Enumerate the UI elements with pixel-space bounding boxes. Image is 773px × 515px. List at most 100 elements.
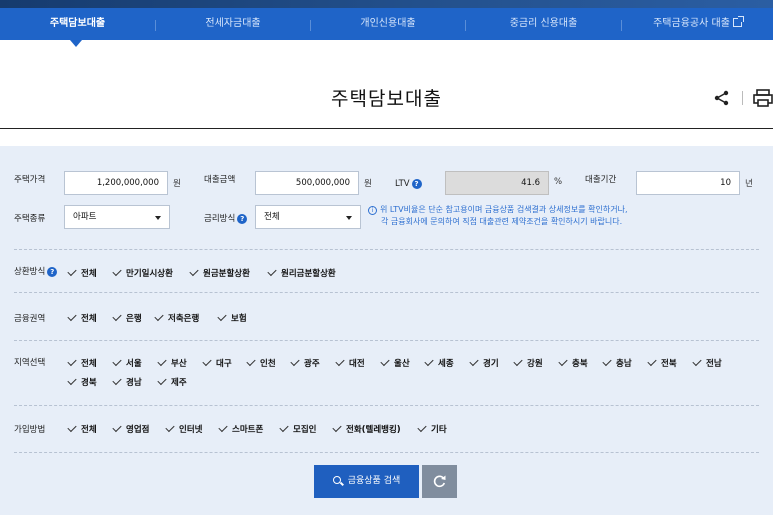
checkbox-region-incheon[interactable]: 인천 <box>246 356 276 369</box>
search-button[interactable]: 금융상품 검색 <box>314 465 419 498</box>
check-icon <box>157 356 167 367</box>
checkbox-region-daegu[interactable]: 대구 <box>202 356 232 369</box>
check-icon <box>67 375 77 386</box>
check-icon <box>217 311 227 322</box>
region-group-label: 지역선택 <box>14 358 46 368</box>
check-icon <box>154 311 164 322</box>
checkbox-region-jeonnam[interactable]: 전남 <box>692 356 722 369</box>
tab-hf-corp-loan[interactable]: 주택금융공사 대출 <box>622 8 773 40</box>
rate-type-selected: 전체 <box>264 212 280 222</box>
channel-group-label: 가입방법 <box>14 425 46 435</box>
checkbox-label: 충북 <box>572 359 588 369</box>
checkbox-region-gyeonggi[interactable]: 경기 <box>469 356 499 369</box>
checkbox-region-sejong[interactable]: 세종 <box>424 356 454 369</box>
tab-mid-rate-credit-loan[interactable]: 중금리 신용대출 <box>466 8 621 40</box>
checkbox-region-seoul[interactable]: 서울 <box>112 356 142 369</box>
house-type-select[interactable]: 아파트 <box>64 205 170 229</box>
notice-line-1: i위 LTV비율은 단순 참고용이며 금융상품 검색결과 상세정보를 확인하거나… <box>368 204 628 216</box>
house-price-input[interactable]: 1,200,000,000 <box>64 171 168 195</box>
tab-mortgage-loan[interactable]: 주택담보대출 <box>0 8 155 40</box>
checkbox-region-gyeongbuk[interactable]: 경북 <box>67 375 97 388</box>
ltv-value-field: 41.6 <box>445 171 549 195</box>
checkbox-label: 보험 <box>231 314 247 324</box>
checkbox-label: 울산 <box>394 359 410 369</box>
checkbox-region-chungnam[interactable]: 충남 <box>602 356 632 369</box>
loan-amount-input[interactable]: 500,000,000 <box>255 171 359 195</box>
checkbox-label: 충남 <box>616 359 632 369</box>
checkbox-label: 제주 <box>171 378 187 388</box>
checkbox-region-daejeon[interactable]: 대전 <box>335 356 365 369</box>
checkbox-sector-bank[interactable]: 은행 <box>112 311 142 324</box>
section-divider <box>14 292 759 293</box>
checkbox-label: 인터넷 <box>179 425 203 435</box>
checkbox-label: 경남 <box>126 378 142 388</box>
ltv-unit: % <box>554 177 563 187</box>
checkbox-channel-branch[interactable]: 영업점 <box>112 422 149 435</box>
checkbox-sector-insurance[interactable]: 보험 <box>217 311 247 324</box>
checkbox-label: 대전 <box>349 359 365 369</box>
checkbox-label: 전화(텔레뱅킹) <box>346 425 401 435</box>
print-icon[interactable] <box>752 88 773 108</box>
check-icon <box>332 422 342 433</box>
refresh-icon <box>433 475 446 488</box>
check-icon <box>67 311 77 322</box>
tab-personal-credit-loan[interactable]: 개인신용대출 <box>311 8 465 40</box>
loan-period-input[interactable]: 10 <box>636 171 740 195</box>
active-tab-indicator <box>70 40 82 47</box>
checkbox-channel-internet[interactable]: 인터넷 <box>165 422 203 435</box>
check-icon <box>67 422 77 433</box>
checkbox-label: 전남 <box>706 359 722 369</box>
checkbox-region-gyeongnam[interactable]: 경남 <box>112 375 142 388</box>
checkbox-region-gwangju[interactable]: 광주 <box>290 356 320 369</box>
tab-label: 주택금융공사 대출 <box>653 18 730 29</box>
checkbox-label: 전체 <box>81 314 97 324</box>
checkbox-channel-phone[interactable]: 전화(텔레뱅킹) <box>332 422 401 435</box>
checkbox-repayment-bullet[interactable]: 만기일시상환 <box>112 266 173 279</box>
check-icon <box>218 422 228 433</box>
ltv-label-text: LTV <box>395 179 410 189</box>
check-icon <box>165 422 175 433</box>
checkbox-label: 원리금분할상환 <box>281 269 336 279</box>
checkbox-region-all[interactable]: 전체 <box>67 356 97 369</box>
ltv-notice: i위 LTV비율은 단순 참고용이며 금융상품 검색결과 상세정보를 확인하거나… <box>368 204 628 228</box>
checkbox-repayment-all[interactable]: 전체 <box>67 266 97 279</box>
check-icon <box>189 266 199 277</box>
checkbox-repayment-principal[interactable]: 원금분할상환 <box>189 266 250 279</box>
checkbox-label: 원금분할상환 <box>203 269 250 279</box>
house-price-unit: 원 <box>173 179 181 189</box>
check-icon <box>67 266 77 277</box>
checkbox-channel-smartphone[interactable]: 스마트폰 <box>218 422 263 435</box>
checkbox-label: 광주 <box>304 359 320 369</box>
reset-button[interactable] <box>422 465 457 498</box>
checkbox-region-jeonbuk[interactable]: 전북 <box>647 356 677 369</box>
rate-type-select[interactable]: 전체 <box>255 205 361 229</box>
checkbox-label: 부산 <box>171 359 187 369</box>
check-icon <box>513 356 523 367</box>
checkbox-channel-agent[interactable]: 모집인 <box>279 422 317 435</box>
notice-text-2: 각 금융회사에 문의하여 직접 대출관련 제약조건을 확인하시기 바랍니다. <box>381 217 623 226</box>
check-icon <box>424 356 434 367</box>
checkbox-label: 서울 <box>126 359 142 369</box>
ltv-help-icon[interactable]: ? <box>411 179 422 189</box>
check-icon <box>112 311 122 322</box>
checkbox-region-ulsan[interactable]: 울산 <box>380 356 410 369</box>
checkbox-region-busan[interactable]: 부산 <box>157 356 187 369</box>
check-icon <box>267 266 277 277</box>
tab-label: 주택담보대출 <box>49 18 106 29</box>
loan-amount-label: 대출금액 <box>204 175 236 185</box>
repayment-help-icon[interactable]: ? <box>47 267 58 277</box>
checkbox-region-chungbuk[interactable]: 충북 <box>558 356 588 369</box>
section-divider <box>14 249 759 250</box>
checkbox-channel-all[interactable]: 전체 <box>67 422 97 435</box>
share-icon[interactable] <box>712 88 732 108</box>
checkbox-region-jeju[interactable]: 제주 <box>157 375 187 388</box>
checkbox-label: 저축은행 <box>168 314 200 324</box>
checkbox-repayment-amortized[interactable]: 원리금분할상환 <box>267 266 336 279</box>
checkbox-channel-other[interactable]: 기타 <box>417 422 447 435</box>
checkbox-region-gangwon[interactable]: 강원 <box>513 356 543 369</box>
rate-type-help-icon[interactable]: ? <box>237 214 248 224</box>
tab-jeonse-loan[interactable]: 전세자금대출 <box>156 8 310 40</box>
checkbox-label: 모집인 <box>293 425 317 435</box>
checkbox-sector-savings-bank[interactable]: 저축은행 <box>154 311 200 324</box>
checkbox-sector-all[interactable]: 전체 <box>67 311 97 324</box>
